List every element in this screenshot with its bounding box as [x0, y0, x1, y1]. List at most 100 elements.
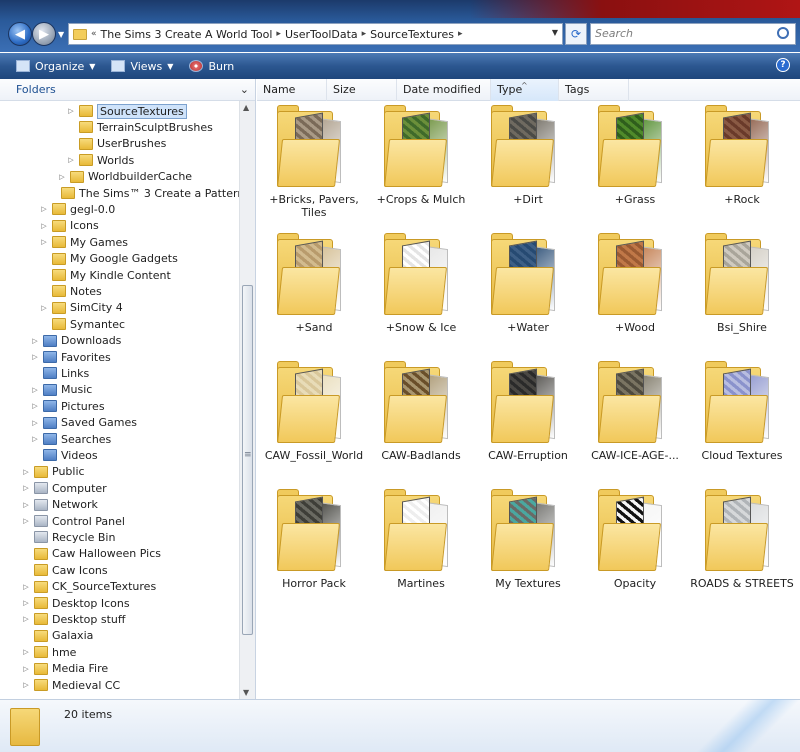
tree-item[interactable]: Caw Icons: [22, 562, 108, 578]
search-input[interactable]: Search: [590, 23, 796, 45]
tree-item[interactable]: ▷ WorldbuilderCache: [58, 169, 192, 185]
expand-arrow-icon[interactable]: ▷: [22, 468, 30, 476]
address-bar[interactable]: « The Sims 3 Create A World Tool ▸ UserT…: [68, 23, 563, 45]
help-button[interactable]: ?: [776, 58, 790, 72]
breadcrumb-usertooldata[interactable]: UserToolData: [285, 28, 358, 41]
expand-arrow-icon[interactable]: ▷: [40, 205, 48, 213]
folders-header[interactable]: Folders ⌄: [0, 79, 255, 101]
column-date-modified[interactable]: Date modified: [397, 79, 491, 101]
tree-item[interactable]: ▷ Icons: [40, 218, 98, 234]
folder-item[interactable]: Horror Pack: [261, 489, 367, 615]
tree-scrollbar[interactable]: ▲ ▼: [239, 101, 255, 699]
folder-item[interactable]: +Sand: [261, 233, 367, 359]
tree-item[interactable]: UserBrushes: [67, 136, 166, 152]
expand-arrow-icon[interactable]: ▷: [22, 599, 30, 607]
folder-item[interactable]: +Water: [475, 233, 581, 359]
organize-button[interactable]: Organize ▼: [10, 55, 101, 77]
tree-item[interactable]: My Google Gadgets: [40, 251, 178, 267]
breadcrumb-arrow-icon[interactable]: ▸: [276, 29, 281, 39]
tree-item[interactable]: ▷ Desktop stuff: [22, 611, 125, 627]
address-dropdown-icon[interactable]: ▼: [552, 28, 558, 37]
back-button[interactable]: ◀: [8, 22, 32, 46]
folder-item[interactable]: ROADS & STREETS: [689, 489, 795, 615]
column-tags[interactable]: Tags: [559, 79, 629, 101]
folder-item[interactable]: +Dirt: [475, 105, 581, 231]
breadcrumb-arrow-icon[interactable]: ▸: [458, 29, 463, 39]
folder-item[interactable]: +Crops & Mulch: [368, 105, 474, 231]
folder-item[interactable]: Bsi_Shire: [689, 233, 795, 359]
expand-arrow-icon[interactable]: ▷: [31, 353, 39, 361]
scroll-down-icon[interactable]: ▼: [243, 688, 249, 697]
folder-item[interactable]: CAW-Erruption: [475, 361, 581, 487]
search-icon[interactable]: [777, 27, 789, 39]
expand-arrow-icon[interactable]: ▷: [31, 419, 39, 427]
expand-arrow-icon[interactable]: ▷: [31, 386, 39, 394]
tree-item[interactable]: ▷ hme: [22, 644, 76, 660]
tree-item[interactable]: ▷ SourceTextures: [67, 103, 187, 119]
folder-item[interactable]: +Bricks, Pavers, Tiles: [261, 105, 367, 231]
folder-item[interactable]: Opacity: [582, 489, 688, 615]
tree-item[interactable]: TerrainSculptBrushes: [67, 119, 213, 135]
refresh-button[interactable]: ⟳: [565, 23, 587, 45]
tree-item[interactable]: ▷ Music: [31, 382, 92, 398]
tree-item[interactable]: ▷ Favorites: [31, 349, 110, 365]
tree-item[interactable]: Galaxia: [22, 628, 93, 644]
expand-arrow-icon[interactable]: ▷: [40, 222, 48, 230]
column-type[interactable]: ^ Type: [491, 79, 559, 101]
expand-arrow-icon[interactable]: ▷: [58, 173, 66, 181]
forward-button[interactable]: ▶: [32, 22, 56, 46]
folder-item[interactable]: CAW-Badlands: [368, 361, 474, 487]
address-overflow[interactable]: «: [91, 29, 97, 39]
column-name[interactable]: Name: [257, 79, 327, 101]
tree-item[interactable]: ▷ Medieval CC: [22, 677, 120, 693]
folder-item[interactable]: CAW-ICE-AGE-...: [582, 361, 688, 487]
expand-arrow-icon[interactable]: ▷: [22, 615, 30, 623]
expand-arrow-icon[interactable]: ▷: [67, 107, 75, 115]
expand-arrow-icon[interactable]: ▷: [31, 402, 39, 410]
scroll-thumb[interactable]: [242, 285, 253, 635]
folder-item[interactable]: +Wood: [582, 233, 688, 359]
expand-arrow-icon[interactable]: ▷: [22, 517, 30, 525]
tree-item[interactable]: ▷ Network: [22, 497, 98, 513]
expand-arrow-icon[interactable]: ▷: [22, 681, 30, 689]
views-button[interactable]: Views ▼: [105, 55, 179, 77]
tree-item[interactable]: Symantec: [40, 316, 125, 332]
folder-item[interactable]: Cloud Textures: [689, 361, 795, 487]
tree-item[interactable]: ▷ My Games: [40, 234, 128, 250]
tree-item[interactable]: Caw Halloween Pics: [22, 546, 161, 562]
recent-pages-dropdown[interactable]: ▼: [58, 30, 64, 39]
folder-item[interactable]: CAW_Fossil_World: [261, 361, 367, 487]
expand-arrow-icon[interactable]: ▷: [22, 648, 30, 656]
folder-item[interactable]: Martines: [368, 489, 474, 615]
tree-item[interactable]: Notes: [40, 283, 102, 299]
tree-item[interactable]: Links: [31, 365, 89, 381]
breadcrumb-sourcetextures[interactable]: SourceTextures: [370, 28, 454, 41]
expand-arrow-icon[interactable]: ▷: [40, 238, 48, 246]
folder-item[interactable]: +Rock: [689, 105, 795, 231]
tree-item[interactable]: ▷ Searches: [31, 431, 111, 447]
tree-item[interactable]: ▷ CK_SourceTextures: [22, 579, 156, 595]
tree-item[interactable]: ▷ Saved Games: [31, 415, 137, 431]
column-size[interactable]: Size: [327, 79, 397, 101]
expand-arrow-icon[interactable]: ▷: [40, 304, 48, 312]
expand-arrow-icon[interactable]: ▷: [31, 337, 39, 345]
tree-item[interactable]: Recycle Bin: [22, 529, 115, 545]
expand-arrow-icon[interactable]: ▷: [22, 665, 30, 673]
tree-item[interactable]: ▷ Worlds: [67, 152, 134, 168]
tree-item[interactable]: ▷ Media Fire: [22, 661, 108, 677]
tree-item[interactable]: ▷ Desktop Icons: [22, 595, 129, 611]
tree-item[interactable]: The Sims™ 3 Create a Pattern Tool: [49, 185, 255, 201]
tree-item[interactable]: ▷ SimCity 4: [40, 300, 123, 316]
tree-item[interactable]: My Kindle Content: [40, 267, 171, 283]
expand-arrow-icon[interactable]: ▷: [22, 484, 30, 492]
breadcrumb-sims3-caw[interactable]: The Sims 3 Create A World Tool: [101, 28, 273, 41]
folder-item[interactable]: My Textures: [475, 489, 581, 615]
expand-arrow-icon[interactable]: ▷: [67, 156, 75, 164]
tree-item[interactable]: ▷ Public: [22, 464, 84, 480]
chevron-down-icon[interactable]: ⌄: [240, 83, 249, 96]
tree-item[interactable]: ▷ gegl-0.0: [40, 201, 115, 217]
burn-button[interactable]: Burn: [183, 55, 240, 77]
folder-item[interactable]: +Grass: [582, 105, 688, 231]
scroll-up-icon[interactable]: ▲: [243, 103, 249, 112]
expand-arrow-icon[interactable]: ▷: [22, 583, 30, 591]
